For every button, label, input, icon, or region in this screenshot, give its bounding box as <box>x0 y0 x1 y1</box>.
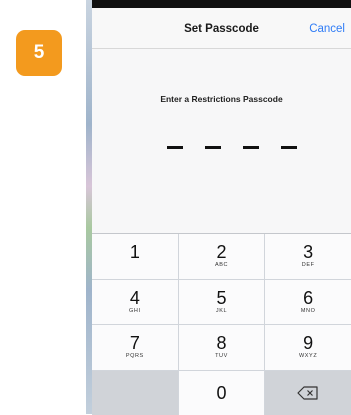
passcode-field[interactable] <box>167 138 297 158</box>
key-letters: ABC <box>215 262 228 269</box>
key-digit: 5 <box>216 289 226 307</box>
key-6[interactable]: 6 MNO <box>265 280 351 325</box>
key-5[interactable]: 5 JKL <box>179 280 265 325</box>
cancel-button[interactable]: Cancel <box>309 23 345 35</box>
key-0[interactable]: 0 <box>179 371 265 415</box>
passcode-prompt: Enter a Restrictions Passcode <box>92 94 351 104</box>
numeric-keypad: 1 2 ABC 3 DEF 4 GHI 5 JKL 6 MNO 7 PQRS 8 <box>92 233 351 415</box>
key-letters: DEF <box>302 262 315 269</box>
key-digit: 9 <box>303 334 313 352</box>
key-letters: TUV <box>215 353 228 360</box>
key-digit: 8 <box>216 334 226 352</box>
key-8[interactable]: 8 TUV <box>179 325 265 370</box>
key-letters: PQRS <box>126 353 144 360</box>
passcode-slot <box>243 146 259 149</box>
passcode-slot <box>205 146 221 149</box>
step-number-badge: 5 <box>16 30 62 76</box>
navigation-bar: Set Passcode Cancel <box>92 8 351 49</box>
key-letters: WXYZ <box>299 353 317 360</box>
key-4[interactable]: 4 GHI <box>92 280 178 325</box>
key-digit: 6 <box>303 289 313 307</box>
key-letters: MNO <box>301 308 316 315</box>
key-1[interactable]: 1 <box>92 234 178 279</box>
passcode-screen: Set Passcode Cancel Enter a Restrictions… <box>92 8 351 414</box>
passcode-slot <box>167 146 183 149</box>
key-7[interactable]: 7 PQRS <box>92 325 178 370</box>
key-letters: GHI <box>129 308 141 315</box>
key-3[interactable]: 3 DEF <box>265 234 351 279</box>
key-digit: 2 <box>216 243 226 261</box>
key-digit: 3 <box>303 243 313 261</box>
key-digit: 0 <box>216 384 226 402</box>
key-letters: JKL <box>216 308 227 315</box>
key-digit: 4 <box>130 289 140 307</box>
backspace-icon <box>297 386 319 400</box>
key-blank <box>92 371 178 415</box>
passcode-slot <box>281 146 297 149</box>
key-2[interactable]: 2 ABC <box>179 234 265 279</box>
delete-key[interactable] <box>265 371 351 415</box>
key-9[interactable]: 9 WXYZ <box>265 325 351 370</box>
key-digit: 1 <box>130 243 140 261</box>
key-digit: 7 <box>130 334 140 352</box>
